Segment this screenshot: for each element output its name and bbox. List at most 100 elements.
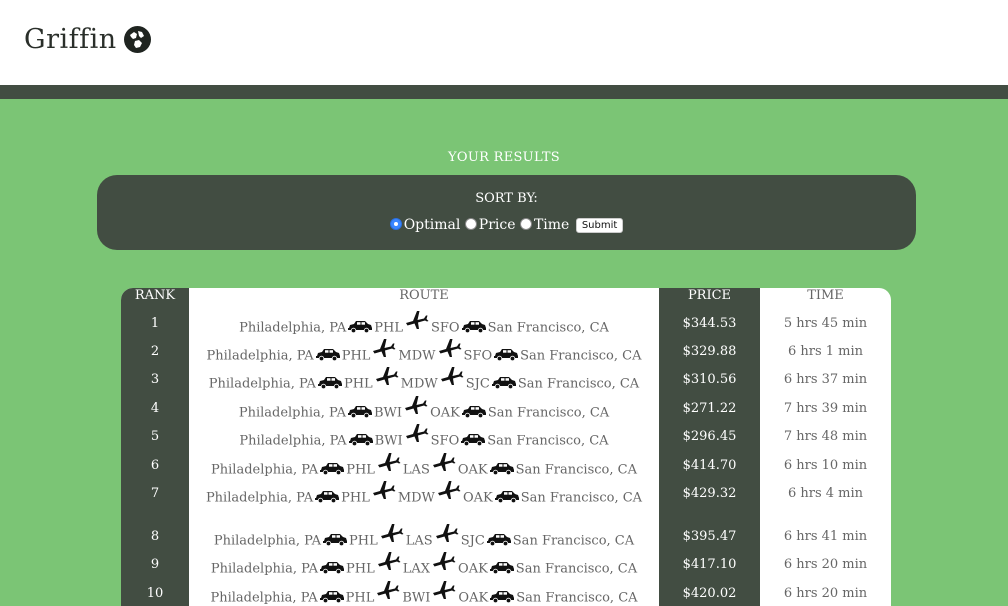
plane-icon (371, 478, 397, 502)
time-cell: 6 hrs 10 min (783, 458, 868, 473)
route-stop: OAK (458, 590, 489, 606)
sort-option-time[interactable]: Time (519, 217, 570, 233)
table-row[interactable]: 8 Philadelphia, PA PHL LAS SJC San Francisco,… (121, 524, 891, 557)
plane-icon (431, 549, 457, 573)
car-icon (319, 462, 345, 475)
plane-icon (375, 578, 401, 602)
route-stop: SJC (460, 533, 485, 549)
route-stop: BWI (374, 405, 403, 421)
rank-cell: 3 (150, 372, 160, 387)
car-icon (491, 376, 517, 389)
time-cell: 5 hrs 45 min (783, 316, 868, 331)
route-stop: PHL (345, 590, 375, 606)
sort-option-optimal[interactable]: Optimal (389, 217, 461, 233)
header-price: PRICE (687, 288, 732, 303)
time-cell: 6 hrs 20 min (783, 586, 868, 601)
route-stop: San Francisco, CA (487, 405, 610, 421)
route-stop: San Francisco, CA (515, 462, 637, 478)
price-cell: $414.70 (682, 458, 737, 473)
time-cell: 7 hrs 39 min (783, 401, 868, 416)
submit-button[interactable]: Submit (575, 217, 624, 233)
car-icon (319, 561, 345, 574)
route-stop: LAX (402, 561, 431, 577)
plane-icon (431, 450, 457, 474)
rank-cell: 4 (150, 401, 160, 416)
sort-option-price[interactable]: Price (464, 217, 516, 233)
route-stop: San Francisco, CA (487, 320, 609, 336)
table-row[interactable]: 3 Philadelphia, PA PHL MDW SJC San Francisco,… (121, 367, 891, 400)
plane-icon (379, 521, 405, 545)
plane-icon (434, 521, 460, 545)
plane-icon (439, 364, 465, 388)
route-stop: Philadelphia, PA (238, 405, 346, 421)
rank-cell: 2 (150, 344, 160, 359)
sort-panel: SORT BY: Optimal Price Time Submit (97, 175, 916, 250)
table-row[interactable]: 1 Philadelphia, PA PHL SFO San Francisco, CA… (121, 311, 891, 344)
route-stop: SJC (465, 376, 490, 392)
rank-cell: 8 (150, 529, 160, 544)
car-icon (494, 490, 520, 503)
car-icon (347, 320, 373, 333)
route-stop: San Francisco, CA (517, 376, 640, 392)
route-stop: PHL (343, 376, 373, 392)
car-icon (460, 433, 486, 446)
radio-time[interactable] (519, 218, 532, 230)
route-stop: Philadelphia, PA (205, 490, 314, 506)
plane-icon (374, 364, 400, 388)
car-icon (347, 405, 373, 418)
radio-optimal[interactable] (389, 218, 402, 230)
time-cell: 6 hrs 4 min (787, 486, 864, 501)
route-stop: MDW (400, 376, 438, 392)
route-stop: Philadelphia, PA (208, 376, 316, 392)
radio-price[interactable] (464, 218, 477, 230)
car-icon (314, 490, 340, 503)
route-stop: OAK (462, 490, 493, 506)
route-cell: Philadelphia, PA PHL LAS SJC San Francisco, … (189, 524, 659, 553)
sort-option-label: Price (478, 217, 516, 233)
results-title: YOUR RESULTS (447, 150, 560, 165)
route-stop: San Francisco, CA (520, 348, 642, 364)
plane-icon (437, 336, 463, 360)
price-cell: $420.02 (682, 586, 737, 601)
route-stop: PHL (374, 320, 403, 336)
header-divider (0, 85, 1008, 99)
sort-option-label: Optimal (403, 217, 461, 233)
route-cell: Philadelphia, PA BWI SFO San Francisco, CA (189, 424, 659, 453)
table-row[interactable]: 5 Philadelphia, PA BWI SFO San Francisco, CA… (121, 424, 891, 457)
price-cell: $429.32 (682, 486, 737, 501)
price-cell: $329.88 (682, 344, 737, 359)
price-cell: $296.45 (682, 429, 737, 444)
route-stop: San Francisco, CA (516, 590, 638, 606)
car-icon (317, 376, 343, 389)
car-icon (322, 533, 348, 546)
plane-icon (431, 578, 457, 602)
route-stop: San Francisco, CA (512, 533, 635, 549)
sort-options: Optimal Price Time Submit (97, 217, 916, 233)
table-row[interactable]: 7 Philadelphia, PA PHL MDW OAK San Francisco,… (121, 481, 891, 514)
route-stop: San Francisco, CA (515, 561, 638, 577)
route-stop: Philadelphia, PA (213, 533, 322, 549)
route-stop: SFO (430, 433, 460, 449)
route-stop: Philadelphia, PA (206, 348, 314, 364)
table-row[interactable]: 4 Philadelphia, PA BWI OAK San Francisco, CA… (121, 396, 891, 429)
route-cell: Philadelphia, PA PHL MDW OAK San Francisco, … (189, 481, 659, 510)
plane-icon (376, 450, 402, 474)
price-cell: $417.10 (682, 557, 737, 572)
route-stop: MDW (398, 348, 436, 364)
route-stop: PHL (346, 561, 375, 577)
sort-option-label: Time (533, 217, 570, 233)
route-stop: PHL (341, 490, 370, 506)
car-icon (461, 405, 487, 418)
logo-text[interactable]: Griffin (24, 24, 117, 55)
route-cell: Philadelphia, PA PHL MDW SFO San Francisco, … (189, 339, 659, 368)
table-row[interactable]: 2 Philadelphia, PA PHL MDW SFO San Francisco,… (121, 339, 891, 372)
route-stop: MDW (397, 490, 435, 506)
table-row[interactable]: 6 Philadelphia, PA PHL LAS OAK San Francisco,… (121, 453, 891, 486)
table-row[interactable]: 9 Philadelphia, PA PHL LAX OAK San Francisco,… (121, 552, 891, 585)
table-row[interactable]: 10 Philadelphia, PA PHL BWI OAK San Francisco… (121, 581, 891, 606)
price-cell: $395.47 (682, 529, 737, 544)
route-stop: Philadelphia, PA (239, 433, 347, 449)
globe-icon[interactable] (124, 26, 151, 53)
route-stop: Philadelphia, PA (210, 590, 318, 606)
route-stop: San Francisco, CA (487, 433, 609, 449)
